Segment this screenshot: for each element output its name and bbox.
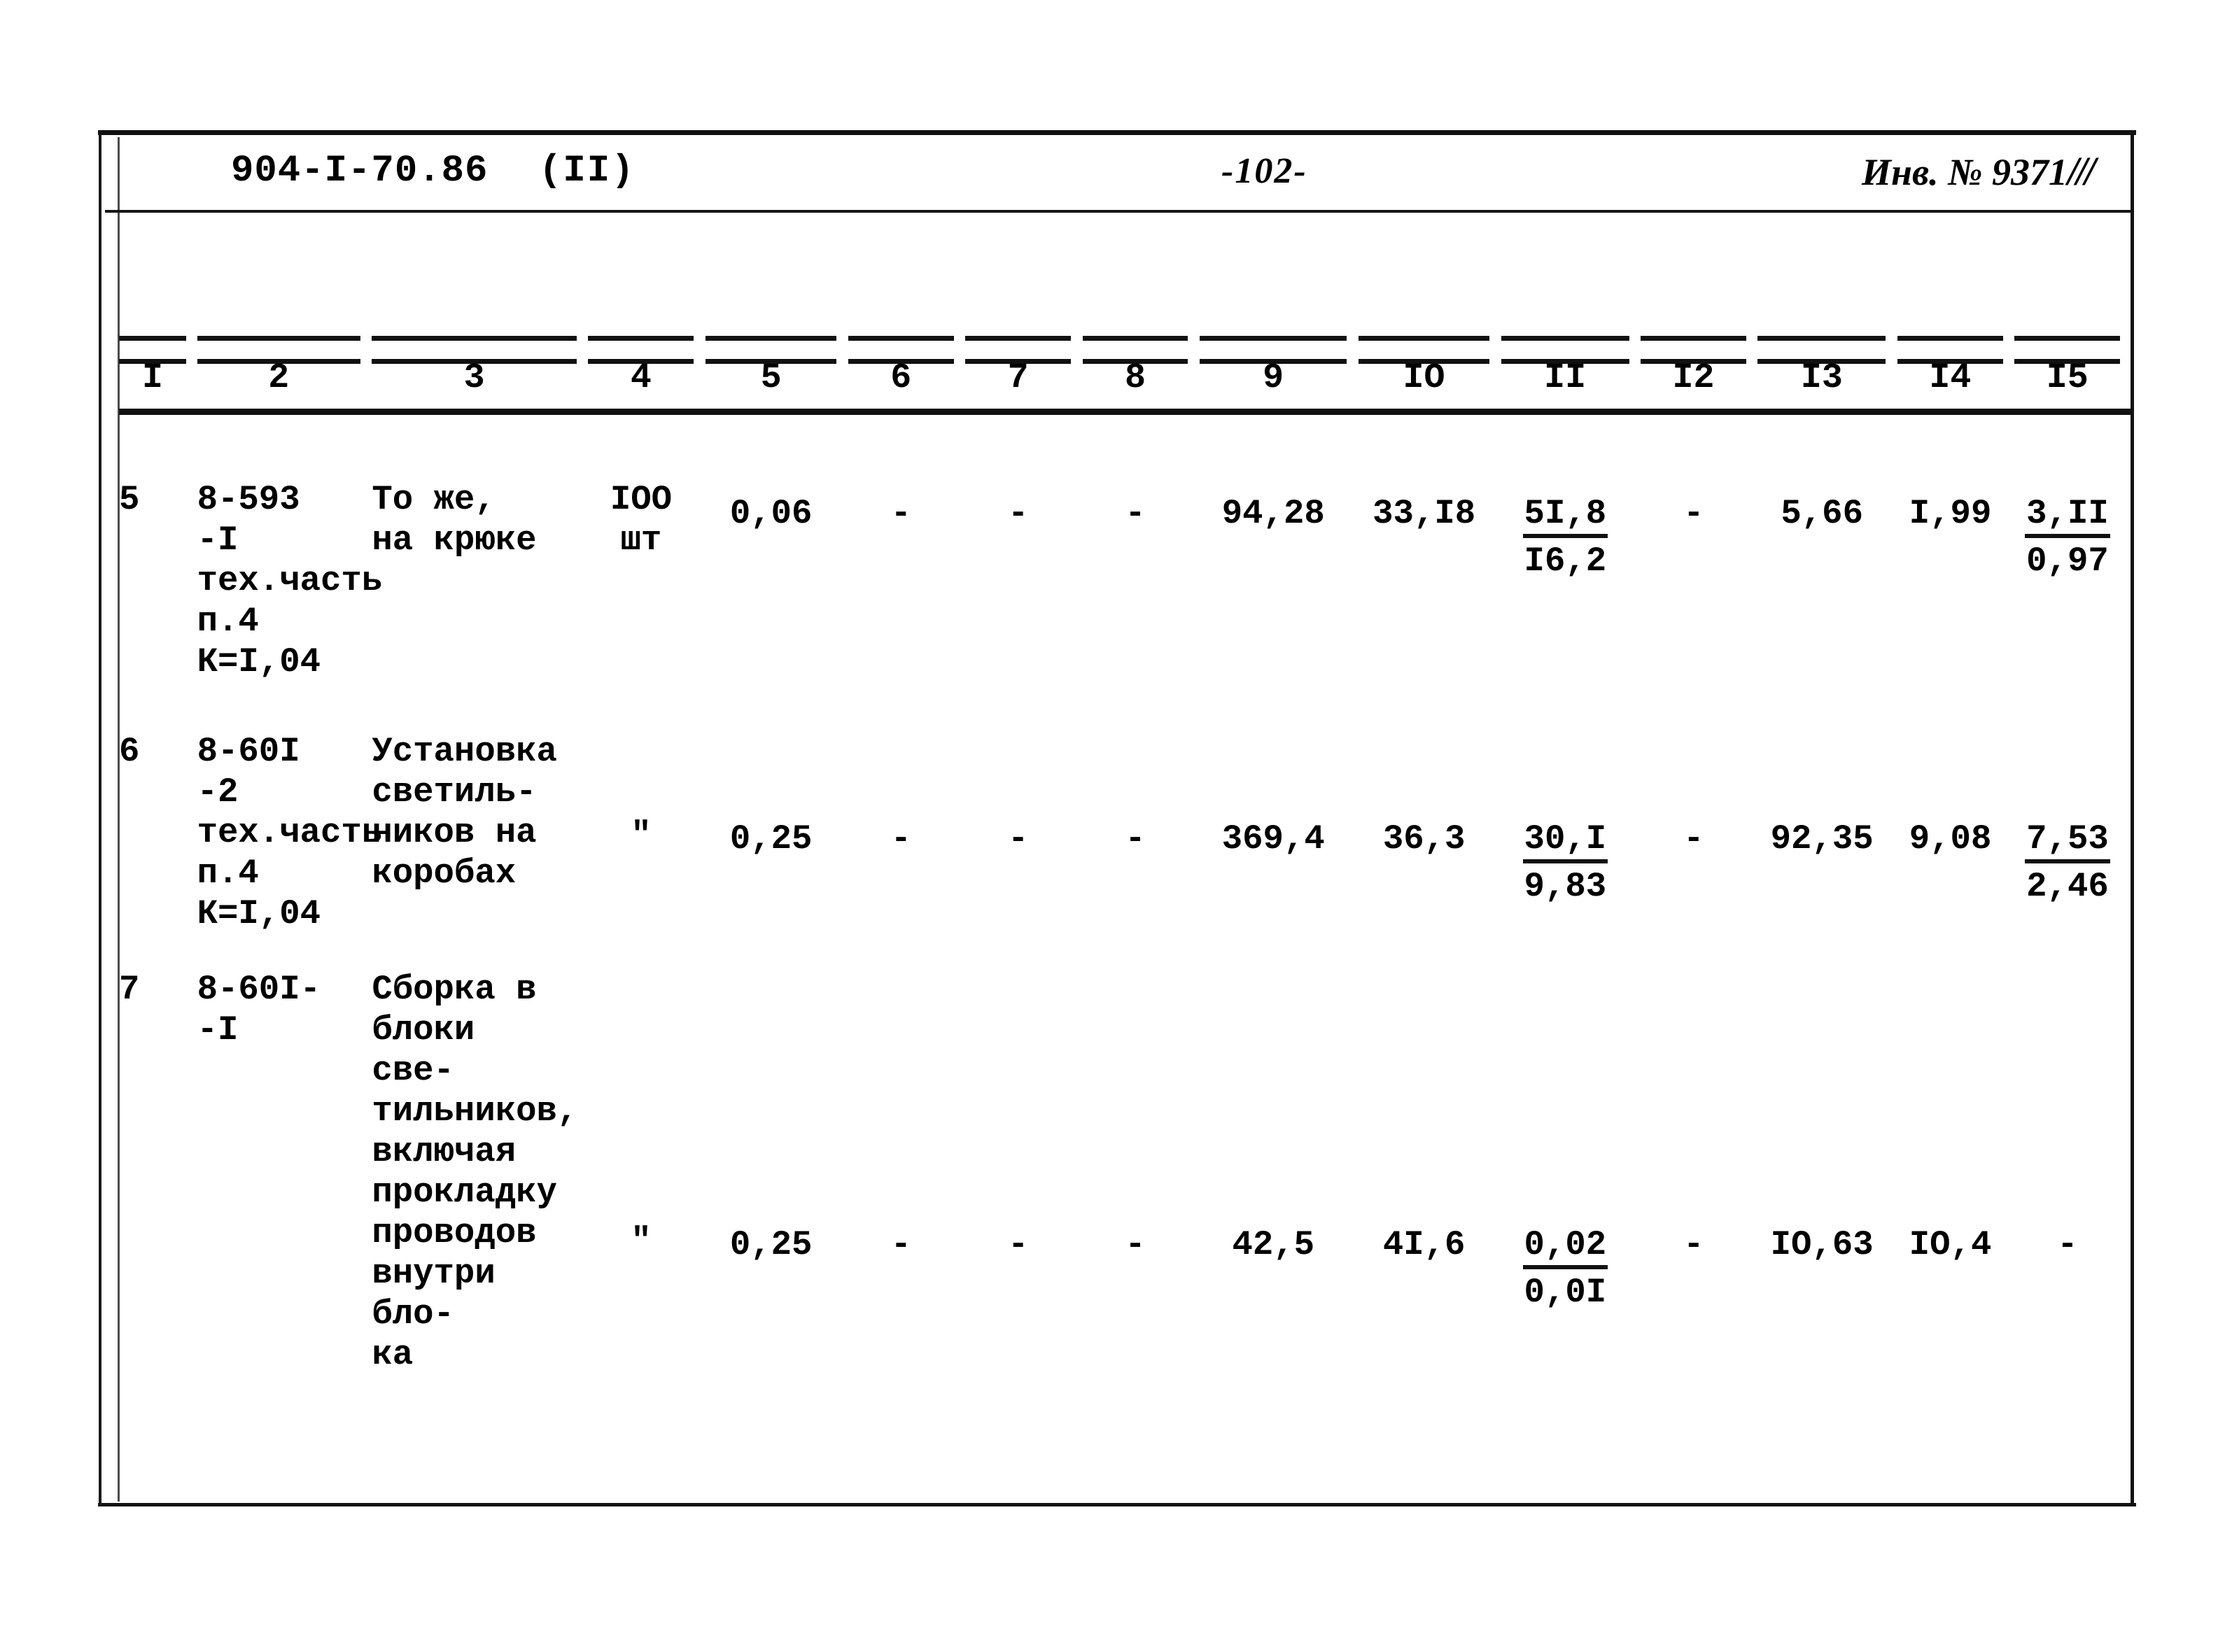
column-number-I5: I5 — [2046, 358, 2089, 398]
inventory-slash-marks: /// — [2068, 148, 2096, 194]
row-unit: " — [631, 1222, 652, 1261]
cost-table: I 2 3 4 5 6 7 8 9 IO II I2 I3 I4 I5 5 8-593 -I тех.част… — [119, 336, 2131, 1374]
column-number-5: 5 — [760, 358, 782, 398]
row-value-col6: - — [890, 494, 912, 533]
row-value-col12: - — [1683, 1225, 1704, 1264]
column-number-3: 3 — [463, 358, 485, 398]
column-number-I3: I3 — [1800, 358, 1843, 398]
row-norm-code: 8-60I -2 тех.часть п.4 К=I,04 — [197, 732, 383, 933]
column-number-6: 6 — [890, 358, 912, 398]
row-value-col15: 3,II 0,97 — [2025, 494, 2110, 581]
row-value-col11: 30,I 9,83 — [1522, 819, 1608, 906]
row-norm-code: 8-60I- -I — [197, 970, 321, 1050]
frame-bottom-border — [98, 1503, 2136, 1506]
row-unit: " — [631, 816, 652, 855]
row-value-col11: 0,02 0,0I — [1522, 1225, 1608, 1312]
row-value-col11: 5I,8 I6,2 — [1522, 494, 1608, 581]
row-value-col10: 36,3 — [1382, 819, 1466, 859]
frame-top-border — [98, 130, 2136, 135]
row-item-number: 7 — [119, 970, 140, 1009]
row-value-col13: 92,35 — [1770, 819, 1874, 859]
row-description: Установка светиль- ников на коробах — [372, 732, 557, 893]
row-unit: IOO шт — [610, 480, 673, 560]
row-value-col15: - — [2057, 1225, 2078, 1264]
row-value-col6: - — [890, 1225, 912, 1264]
row-value-col7: - — [1008, 494, 1029, 533]
row-value-col8: - — [1125, 819, 1146, 859]
column-double-rules — [119, 336, 2131, 364]
document-page: 904-I-70.86 (II) -102- Инв. № 9371/// I2… — [0, 0, 2232, 1652]
column-number-row: I 2 3 4 5 6 7 8 9 IO II I2 I3 I4 I5 — [119, 357, 2131, 403]
table-row: 5 8-593 -I тех.часть п.4 К=I,04 То же, на … — [119, 441, 2131, 682]
column-number-I4: I4 — [1929, 358, 1972, 398]
row-value-col7: - — [1008, 1225, 1029, 1264]
row-value-col9: 369,4 — [1221, 819, 1325, 859]
row-item-number: 6 — [119, 732, 140, 771]
row-value-col13: IO,63 — [1770, 1225, 1874, 1264]
row-value-col12: - — [1683, 819, 1704, 859]
column-number-I2: I2 — [1672, 358, 1715, 398]
column-number-I: I — [142, 358, 164, 398]
row-value-col12: - — [1683, 494, 1704, 533]
header-separator-rule — [105, 210, 2131, 213]
row-value-col15: 7,53 2,46 — [2025, 819, 2110, 906]
row-value-col5: 0,25 — [729, 819, 813, 859]
row-value-col7: - — [1008, 819, 1029, 859]
table-row: 7 8-60I- -I Сборка в блоки све- тильников,… — [119, 931, 2131, 1374]
row-value-col9: 42,5 — [1232, 1225, 1315, 1264]
column-number-7: 7 — [1007, 358, 1029, 398]
column-number-9: 9 — [1263, 358, 1284, 398]
row-value-col6: - — [890, 819, 912, 859]
row-value-col14: I,99 — [1909, 494, 1992, 533]
row-value-col5: 0,25 — [729, 1225, 813, 1264]
row-value-col9: 94,28 — [1221, 494, 1325, 533]
row-description: Сборка в блоки све- тильников, включая п… — [372, 970, 578, 1374]
document-code-text: 904-I-70.86 — [231, 150, 489, 192]
row-value-col10: 33,I8 — [1373, 494, 1476, 533]
row-value-col10: 4I,6 — [1382, 1225, 1466, 1264]
page-number: -102- — [1221, 151, 1307, 191]
row-value-col8: - — [1125, 1225, 1146, 1264]
document-code: 904-I-70.86 — [231, 143, 488, 199]
column-number-2: 2 — [268, 358, 290, 398]
column-number-IO: IO — [1403, 358, 1445, 398]
row-item-number: 5 — [119, 480, 140, 519]
row-value-col14: 9,08 — [1909, 819, 1992, 859]
inventory-number-text: Инв. № 9371 — [1862, 151, 2068, 193]
row-value-col5: 0,06 — [729, 494, 813, 533]
document-part: (II) — [539, 150, 636, 192]
header-bottom-rule — [119, 409, 2131, 415]
row-value-col13: 5,66 — [1781, 494, 1863, 533]
row-value-col8: - — [1125, 494, 1146, 533]
row-description: То же, на крюке — [372, 480, 537, 560]
column-number-8: 8 — [1124, 358, 1146, 398]
column-header-row: I 2 3 4 5 6 7 8 9 IO II I2 I3 I4 I5 — [119, 336, 2131, 420]
column-number-4: 4 — [630, 358, 652, 398]
frame-left-border — [99, 133, 101, 1506]
column-number-II: II — [1544, 358, 1587, 398]
row-value-col14: IO,4 — [1909, 1225, 1992, 1264]
row-norm-code: 8-593 -I тех.часть п.4 К=I,04 — [197, 480, 383, 682]
inventory-number: Инв. № 9371/// — [1862, 143, 2096, 199]
table-row: 6 8-60I -2 тех.часть п.4 К=I,04 Установка … — [119, 693, 2131, 933]
